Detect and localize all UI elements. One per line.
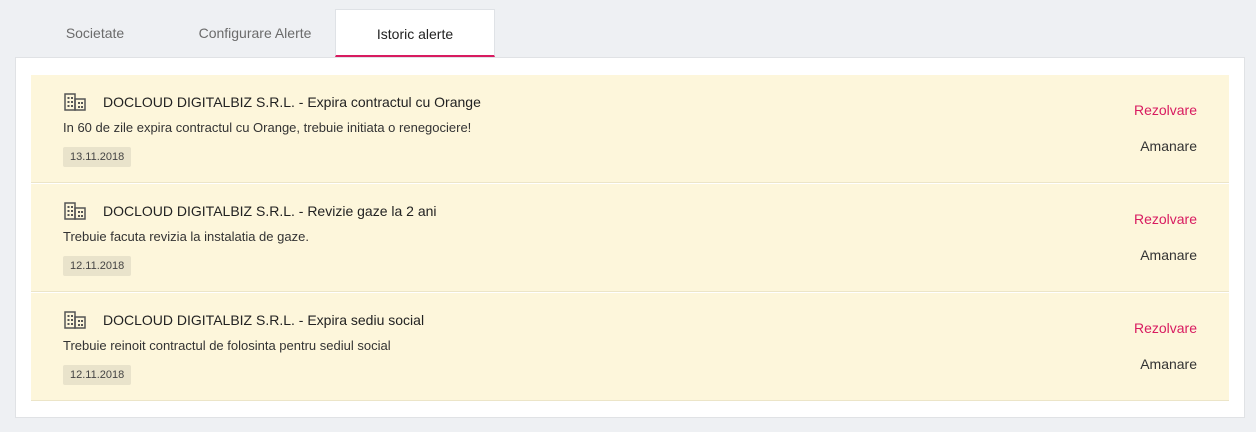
postpone-button[interactable]: Amanare xyxy=(1140,138,1197,154)
tab-istoric-alerte[interactable]: Istoric alerte xyxy=(335,9,495,57)
alerts-history-panel: DOCLOUD DIGITALBIZ S.R.L. - Expira contr… xyxy=(15,57,1245,418)
alert-date-badge: 13.11.2018 xyxy=(63,147,132,167)
alert-date-badge: 12.11.2018 xyxy=(63,256,132,276)
alert-title: DOCLOUD DIGITALBIZ S.R.L. - Expira contr… xyxy=(103,94,481,110)
resolve-button[interactable]: Rezolvare xyxy=(1134,320,1197,336)
postpone-button[interactable]: Amanare xyxy=(1140,247,1197,263)
alert-description: Trebuie reinoit contractul de folosinta … xyxy=(63,338,391,353)
tab-societate[interactable]: Societate xyxy=(15,9,175,57)
alert-description: Trebuie facuta revizia la instalatia de … xyxy=(63,229,309,244)
building-icon xyxy=(64,93,86,111)
alert-date-badge: 12.11.2018 xyxy=(63,365,132,385)
resolve-button[interactable]: Rezolvare xyxy=(1134,211,1197,227)
alert-card: DOCLOUD DIGITALBIZ S.R.L. - Revizie gaze… xyxy=(31,184,1229,292)
tab-configurare-alerte[interactable]: Configurare Alerte xyxy=(175,9,335,57)
tab-bar: Societate Configurare Alerte Istoric ale… xyxy=(15,9,495,58)
alert-description: In 60 de zile expira contractul cu Orang… xyxy=(63,120,472,135)
building-icon xyxy=(64,311,86,329)
alert-card: DOCLOUD DIGITALBIZ S.R.L. - Expira sediu… xyxy=(31,293,1229,401)
resolve-button[interactable]: Rezolvare xyxy=(1134,102,1197,118)
alert-title: DOCLOUD DIGITALBIZ S.R.L. - Expira sediu… xyxy=(103,312,425,328)
postpone-button[interactable]: Amanare xyxy=(1140,356,1197,372)
building-icon xyxy=(64,202,86,220)
alert-title: DOCLOUD DIGITALBIZ S.R.L. - Revizie gaze… xyxy=(103,203,437,219)
alert-card: DOCLOUD DIGITALBIZ S.R.L. - Expira contr… xyxy=(31,75,1229,183)
